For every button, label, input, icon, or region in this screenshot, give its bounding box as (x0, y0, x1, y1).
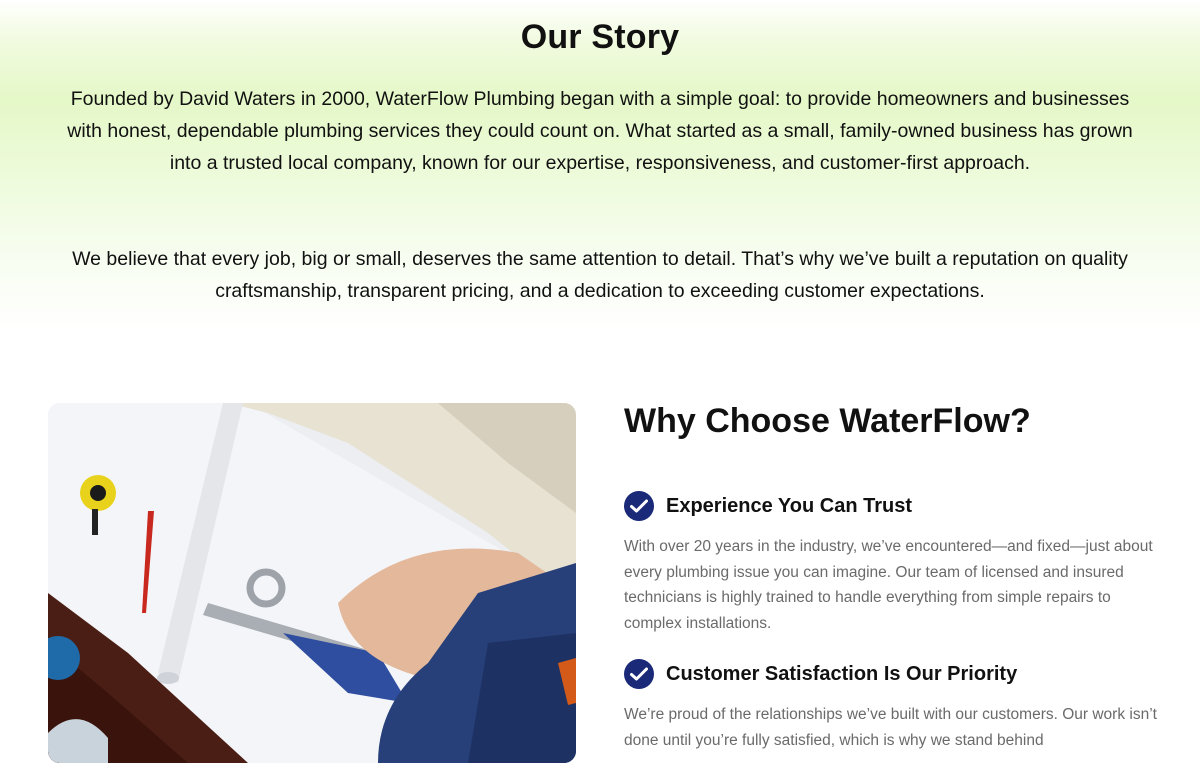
our-story-title: Our Story (520, 18, 680, 56)
feature-description: We’re proud of the relationships we’ve b… (624, 706, 1157, 749)
feature-description: With over 20 years in the industry, we’v… (624, 538, 1153, 633)
feature-satisfaction-heading: Customer Satisfaction Is Our Priority (624, 658, 1017, 690)
feature-title: Experience You Can Trust (666, 494, 913, 517)
feature-title: Customer Satisfaction Is Our Priority (666, 662, 1018, 685)
why-choose-title: Why Choose WaterFlow? (624, 402, 1031, 440)
our-story-section: Our Story Founded by David Waters in 200… (0, 0, 1200, 330)
checkmark-circle-icon (624, 659, 654, 689)
plumber-under-sink-photo (48, 403, 576, 763)
our-story-paragraph-2: We believe that every job, big or small,… (72, 248, 1128, 302)
checkmark-circle-icon (624, 491, 654, 521)
our-story-paragraph-1: Founded by David Waters in 2000, WaterFl… (67, 88, 1133, 174)
feature-experience-heading: Experience You Can Trust (624, 490, 912, 522)
